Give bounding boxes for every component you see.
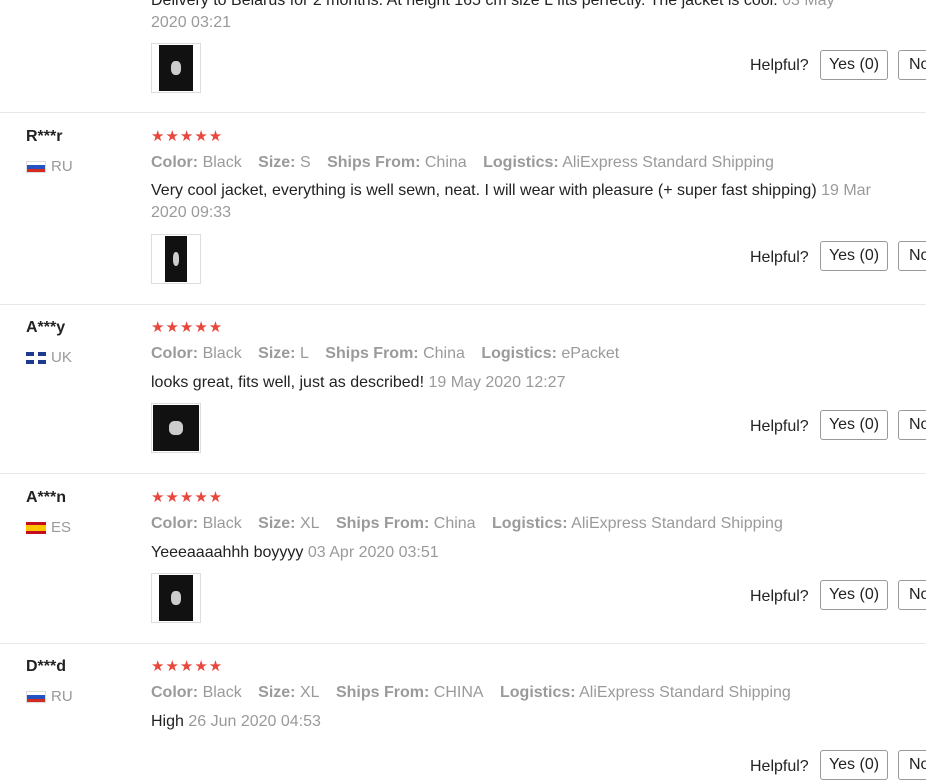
helpful-yes-button[interactable]: Yes (0) (820, 241, 888, 271)
reviewer-country: UK (26, 349, 72, 366)
jacket-photo (159, 575, 193, 621)
divider (0, 304, 926, 305)
review-attributes: Color: Black Size: S Ships From: China L… (151, 154, 786, 172)
review-text: looks great, fits well, just as describe… (151, 374, 425, 391)
helpful-yes-button[interactable]: Yes (0) (820, 410, 888, 440)
review-date: 26 Jun 2020 04:53 (188, 713, 321, 730)
review-text-block: Very cool jacket, everything is well sew… (151, 180, 871, 224)
attr-ships-value: China (424, 154, 467, 171)
review-photo-thumbnail[interactable] (151, 573, 201, 623)
attr-logistics-key: Logistics: (500, 684, 576, 701)
attr-logistics-value: AliExpress Standard Shipping (579, 684, 791, 701)
helpful-yes-button[interactable]: Yes (0) (820, 50, 888, 80)
attr-size-value: S (299, 154, 311, 171)
attr-size-value: XL (299, 515, 320, 532)
uk-flag-icon (26, 351, 46, 364)
attr-color-key: Color: (151, 684, 199, 701)
attr-ships-key: Ships From: (327, 154, 421, 171)
attr-size-key: Size: (258, 345, 296, 362)
attr-logistics-key: Logistics: (483, 154, 559, 171)
attr-ships-key: Ships From: (335, 515, 430, 532)
review-text: Very cool jacket, everything is well sew… (151, 182, 817, 199)
helpful-no-button[interactable]: No (898, 50, 926, 80)
country-code: UK (51, 349, 72, 366)
attr-logistics-value: AliExpress Standard Shipping (562, 154, 774, 171)
country-code: RU (51, 158, 73, 175)
helpful-label: Helpful? (750, 588, 809, 605)
review-text-block: High 26 Jun 2020 04:53 (151, 711, 871, 733)
helpful-label: Helpful? (750, 758, 809, 775)
star-rating: ★★★★★ (151, 319, 224, 336)
helpful-label: Helpful? (750, 418, 809, 435)
es-flag-icon (26, 521, 46, 534)
ru-flag-icon (26, 690, 46, 703)
attr-size-key: Size: (258, 684, 296, 701)
star-rating: ★★★★★ (151, 658, 224, 675)
review-text-block: looks great, fits well, just as describe… (151, 372, 871, 394)
reviewer-country: RU (26, 158, 73, 175)
country-code: ES (51, 519, 72, 536)
attr-color-value: Black (202, 684, 242, 701)
attr-size-key: Size: (258, 515, 296, 532)
attr-color-value: Black (202, 154, 242, 171)
attr-size-value: L (299, 345, 309, 362)
divider (0, 112, 926, 113)
jacket-photo (165, 236, 187, 282)
attr-logistics-value: AliExpress Standard Shipping (571, 515, 783, 532)
reviewer-name: A***y (26, 319, 66, 336)
jacket-photo (159, 45, 193, 91)
review-attributes: Color: Black Size: XL Ships From: China … (151, 515, 795, 533)
attr-color-key: Color: (151, 154, 199, 171)
review-photo-thumbnail[interactable] (151, 43, 201, 93)
attr-ships-value: China (433, 515, 476, 532)
review-attributes: Color: Black Size: XL Ships From: CHINA … (151, 684, 803, 702)
review-text-block: Delivery to Belarus for 2 months. At hei… (151, 0, 871, 34)
star-rating: ★★★★★ (151, 489, 224, 506)
helpful-yes-button[interactable]: Yes (0) (820, 580, 888, 610)
helpful-yes-button[interactable]: Yes (0) (820, 750, 888, 780)
helpful-no-button[interactable]: No (898, 241, 926, 271)
attr-color-value: Black (202, 345, 242, 362)
attr-ships-value: China (423, 345, 465, 362)
reviewer-name: R***r (26, 128, 63, 145)
attr-ships-value: CHINA (433, 684, 484, 701)
attr-size-value: XL (299, 684, 320, 701)
review-text-block: Yeeeaaaahhh boyyyy 03 Apr 2020 03:51 (151, 542, 871, 564)
reviewer-name: D***d (26, 658, 67, 675)
attr-ships-key: Ships From: (325, 345, 419, 362)
review-date: 03 Apr 2020 03:51 (307, 544, 439, 561)
helpful-no-button[interactable]: No (898, 750, 926, 780)
review-date: 19 May 2020 12:27 (428, 374, 566, 391)
review-photo-thumbnail[interactable] (151, 403, 201, 453)
review-attributes: Color: Black Size: L Ships From: China L… (151, 345, 631, 363)
helpful-label: Helpful? (750, 249, 809, 266)
review-text: Yeeeaaaahhh boyyyy (151, 544, 304, 561)
review-photo-thumbnail[interactable] (151, 234, 201, 284)
reviewer-name: A***n (26, 489, 67, 506)
attr-color-value: Black (202, 515, 242, 532)
attr-size-key: Size: (258, 154, 296, 171)
helpful-label: Helpful? (750, 57, 809, 74)
ru-flag-icon (26, 160, 46, 173)
attr-color-key: Color: (151, 345, 199, 362)
attr-logistics-value: ePacket (561, 345, 620, 362)
country-code: RU (51, 688, 73, 705)
divider (0, 473, 926, 474)
attr-ships-key: Ships From: (335, 684, 430, 701)
attr-color-key: Color: (151, 515, 199, 532)
review-text: High (151, 713, 184, 730)
divider (0, 643, 926, 644)
review-text: Delivery to Belarus for 2 months. At hei… (151, 0, 778, 9)
attr-logistics-key: Logistics: (481, 345, 557, 362)
helpful-no-button[interactable]: No (898, 410, 926, 440)
star-rating: ★★★★★ (151, 128, 224, 145)
reviewer-country: ES (26, 519, 71, 536)
helpful-no-button[interactable]: No (898, 580, 926, 610)
reviewer-country: RU (26, 688, 73, 705)
jacket-photo (153, 405, 199, 451)
attr-logistics-key: Logistics: (492, 515, 568, 532)
